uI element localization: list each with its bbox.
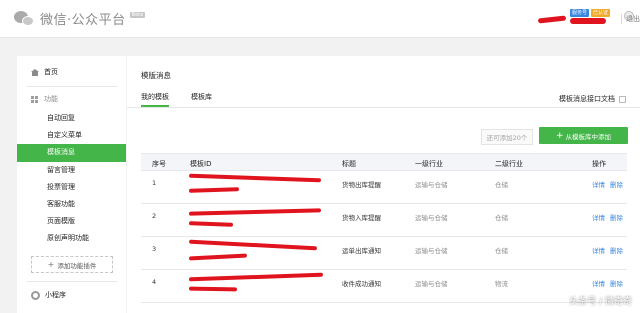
sidebar-item-template-message[interactable]: 模板消息 <box>17 144 126 162</box>
sidebar-item-auto-reply[interactable]: 自动回复 <box>17 110 126 127</box>
column-header-industry-2: 二级行业 <box>495 160 523 168</box>
sidebar-divider <box>27 281 117 282</box>
row-title: 收件成功通知 <box>342 280 381 288</box>
sidebar-item-mini-program[interactable]: 小程序 <box>17 288 66 302</box>
add-from-library-label: 从模板库中添加 <box>565 132 612 141</box>
wechat-logo[interactable]: 微信·公众平台 Beta <box>14 9 146 28</box>
redacted-template-id <box>188 208 322 216</box>
sidebar-group-features: 功能 <box>17 93 58 105</box>
row-actions: 详情 删除 <box>592 212 623 222</box>
row-industry-1: 运输与仓储 <box>415 247 448 255</box>
detail-link[interactable]: 详情 <box>592 245 605 255</box>
add-plugin-label: 添加功能插件 <box>57 261 97 270</box>
row-industry-1: 运输与仓储 <box>415 214 448 222</box>
page-title: 模版消息 <box>141 71 171 80</box>
delete-link[interactable]: 删除 <box>610 212 623 222</box>
sidebar-item-custom-menu[interactable]: 自定义菜单 <box>17 127 126 144</box>
row-actions: 详情 删除 <box>592 245 623 255</box>
sidebar-item-label: 小程序 <box>45 291 66 299</box>
template-table: 序号 模板ID 标题 一级行业 二级行业 操作 1 货物出库提醒 运输与仓储 仓… <box>141 153 627 303</box>
row-industry-1: 运输与仓储 <box>415 280 448 288</box>
redacted-template-id <box>188 173 322 183</box>
detail-link[interactable]: 详情 <box>592 212 605 222</box>
doc-link-label: 模板消息接口文档 <box>559 95 615 103</box>
row-actions: 详情 删除 <box>592 278 623 288</box>
plus-icon: + <box>47 260 55 269</box>
grid-icon <box>31 95 38 103</box>
row-industry-2: 物流 <box>495 280 508 288</box>
column-header-no: 序号 <box>152 160 166 168</box>
redacted-template-id <box>188 187 240 193</box>
watermark: 头条号 / 微奇奇 <box>569 297 632 307</box>
detail-link[interactable]: 详情 <box>592 179 605 189</box>
row-number: 1 <box>152 179 157 187</box>
redacted-template-id <box>188 272 324 282</box>
beta-badge: Beta <box>129 11 146 18</box>
column-header-industry-1: 一级行业 <box>415 160 443 168</box>
add-plugin-button[interactable]: + 添加功能插件 <box>31 256 113 273</box>
verified-badge: 已认证 <box>590 9 610 17</box>
sidebar-item-customer-service[interactable]: 客服功能 <box>17 196 126 213</box>
table-header: 序号 模板ID 标题 一级行业 二级行业 操作 <box>141 153 627 171</box>
main-panel: 模版消息 我的模板 模板库 模板消息接口文档 还可添加20个 + 从模板库中添加… <box>127 56 640 313</box>
row-title: 运单出库通知 <box>342 247 381 255</box>
sidebar-item-votes[interactable]: 投票管理 <box>17 179 126 196</box>
home-icon <box>31 68 39 76</box>
template-api-doc-link[interactable]: 模板消息接口文档 <box>559 94 626 104</box>
table-row: 4 收件成功通知 运输与仓储 物流 详情 删除 <box>141 270 627 303</box>
service-account-badge: 服务号 <box>569 9 589 17</box>
table-row: 2 货物入库提醒 运输与仓储 仓储 详情 删除 <box>141 204 627 237</box>
sidebar-item-home[interactable]: 首页 <box>17 65 58 79</box>
table-row: 1 货物出库提醒 运输与仓储 仓储 详情 删除 <box>141 171 627 204</box>
row-number: 2 <box>152 212 157 220</box>
delete-link[interactable]: 删除 <box>610 179 623 189</box>
redacted-account-id <box>569 18 606 24</box>
column-header-title: 标题 <box>342 160 356 168</box>
table-row: 3 运单出库通知 运输与仓储 仓储 详情 删除 <box>141 237 627 270</box>
redacted-template-id <box>188 286 238 292</box>
sidebar-item-label: 首页 <box>44 68 58 76</box>
plus-icon: + <box>555 130 564 141</box>
tab-bar: 我的模板 模板库 <box>141 90 212 107</box>
remaining-quota-button[interactable]: 还可添加20个 <box>481 129 533 145</box>
add-from-library-button[interactable]: + 从模板库中添加 <box>539 127 628 144</box>
detail-link[interactable]: 详情 <box>592 278 605 288</box>
column-header-actions: 操作 <box>592 160 606 168</box>
account-info[interactable]: 服务号 已认证 <box>537 9 610 24</box>
tab-divider <box>127 107 640 108</box>
redacted-template-id <box>188 221 234 227</box>
row-number: 3 <box>152 245 157 253</box>
sidebar-group-label: 功能 <box>44 95 58 103</box>
row-industry-2: 仓储 <box>495 181 508 189</box>
header-divider <box>621 14 622 24</box>
doc-icon <box>619 95 626 103</box>
row-title: 货物出库提醒 <box>342 181 381 189</box>
delete-link[interactable]: 删除 <box>610 278 623 288</box>
redacted-template-id <box>188 253 248 261</box>
tab-template-library[interactable]: 模板库 <box>191 90 212 107</box>
sidebar-divider <box>27 86 117 87</box>
logout-link[interactable]: 退出 <box>626 14 640 24</box>
delete-link[interactable]: 删除 <box>610 245 623 255</box>
row-number: 4 <box>152 278 157 286</box>
row-industry-2: 仓储 <box>495 247 508 255</box>
wechat-logo-icon <box>14 10 36 28</box>
redacted-account-name <box>537 15 567 23</box>
sidebar: 首页 功能 自动回复 自定义菜单 模板消息 留言管理 投票管理 客服功能 页面模… <box>17 56 126 313</box>
sidebar-item-original-declaration[interactable]: 原创声明功能 <box>17 230 126 247</box>
tab-my-templates[interactable]: 我的模板 <box>141 90 169 107</box>
column-header-id: 模板ID <box>190 160 212 168</box>
sidebar-item-page-templates[interactable]: 页面模版 <box>17 213 126 230</box>
row-actions: 详情 删除 <box>592 179 623 189</box>
sidebar-item-comments[interactable]: 留言管理 <box>17 162 126 179</box>
redacted-template-id <box>188 239 318 251</box>
row-title: 货物入库提醒 <box>342 214 381 222</box>
row-industry-2: 仓储 <box>495 214 508 222</box>
mini-program-icon <box>31 290 40 300</box>
row-industry-1: 运输与仓储 <box>415 181 448 189</box>
logo-text: 微信·公众平台 <box>40 13 126 28</box>
top-header: 微信·公众平台 Beta 服务号 已认证 退出 <box>0 0 640 38</box>
